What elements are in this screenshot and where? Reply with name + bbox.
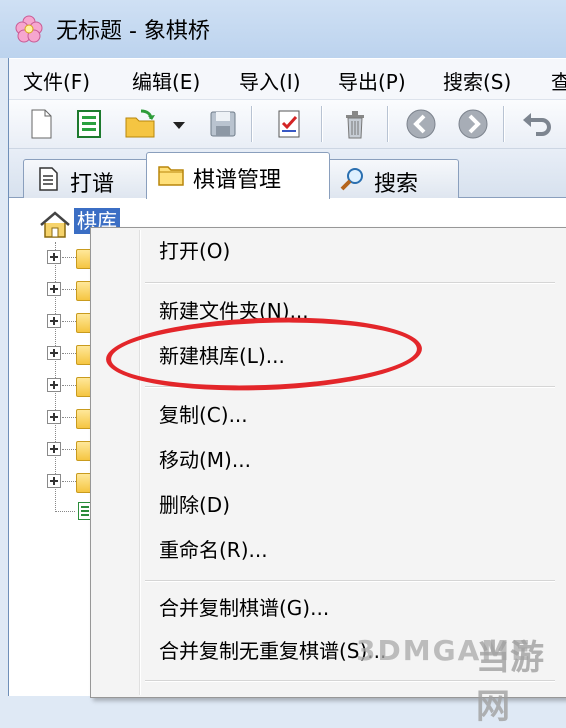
menu-edit[interactable]: 编辑(E)	[128, 66, 204, 95]
tab-game-manager[interactable]: 棋谱管理	[146, 152, 330, 199]
folder-icon	[158, 166, 184, 186]
menu-import[interactable]: 导入(I)	[235, 66, 305, 95]
expand-toggle[interactable]	[47, 250, 61, 264]
menu-separator	[145, 580, 555, 582]
expand-toggle[interactable]	[47, 346, 61, 360]
menu-export[interactable]: 导出(P)	[334, 66, 410, 95]
flower-app-icon	[15, 15, 43, 43]
menu-gutter	[139, 230, 141, 695]
menu-bar: 文件(F) 编辑(E) 导入(I) 导出(P) 搜索(S) 查	[9, 59, 566, 100]
undo-icon[interactable]	[519, 106, 555, 142]
magnifier-icon	[340, 168, 363, 191]
expand-toggle[interactable]	[47, 378, 61, 392]
list-icon[interactable]	[71, 106, 107, 142]
tree-connector	[62, 257, 76, 258]
toolbar-separator	[503, 106, 505, 142]
tab-strip: 打谱 棋谱管理 搜索	[9, 149, 566, 199]
tree-connector	[62, 321, 76, 322]
menu-item-delete[interactable]: 删除(D)	[159, 490, 230, 520]
tree-connector	[62, 353, 76, 354]
tree-connector	[62, 449, 76, 450]
watermark: 3DMGAME 当游网	[356, 620, 562, 727]
menu-view-partial[interactable]: 查	[547, 66, 566, 95]
toolbar-separator	[251, 106, 253, 142]
new-file-icon[interactable]	[23, 106, 59, 142]
toolbar-separator	[321, 106, 323, 142]
menu-search[interactable]: 搜索(S)	[439, 66, 515, 95]
house-icon	[40, 211, 70, 238]
title-bar: 无标题 - 象棋桥	[0, 0, 566, 58]
menu-separator	[145, 282, 555, 284]
toolbar	[9, 100, 566, 149]
open-folder-icon[interactable]	[123, 106, 159, 142]
forward-icon[interactable]	[455, 106, 491, 142]
tree-connector	[62, 289, 76, 290]
menu-item-rename[interactable]: 重命名(R)...	[159, 535, 268, 565]
back-icon[interactable]	[403, 106, 439, 142]
toolbar-separator	[387, 106, 389, 142]
tab-label: 棋谱管理	[193, 168, 282, 193]
tree-connector	[62, 417, 76, 418]
tab-label: 搜索	[374, 172, 419, 197]
watermark-text: 当游网	[476, 638, 544, 727]
menu-item-copy[interactable]: 复制(C)...	[159, 400, 248, 430]
tab-search[interactable]: 搜索	[327, 159, 459, 198]
checklist-icon[interactable]	[271, 106, 307, 142]
save-icon[interactable]	[205, 106, 241, 142]
menu-item-merge-copy-unique[interactable]: 合并复制无重复棋谱(S)...	[159, 636, 386, 666]
dropdown-icon[interactable]	[169, 106, 189, 142]
expand-toggle[interactable]	[47, 314, 61, 328]
menu-item-open[interactable]: 打开(O)	[159, 236, 230, 266]
expand-toggle[interactable]	[47, 410, 61, 424]
expand-toggle[interactable]	[47, 442, 61, 456]
tree-connector	[55, 511, 75, 512]
document-icon	[39, 167, 58, 191]
tree-connector	[62, 385, 76, 386]
menu-file[interactable]: 文件(F)	[19, 66, 94, 95]
trash-icon[interactable]	[337, 106, 373, 142]
menu-item-move[interactable]: 移动(M)...	[159, 445, 251, 475]
expand-toggle[interactable]	[47, 474, 61, 488]
expand-toggle[interactable]	[47, 282, 61, 296]
tree-connector	[62, 481, 76, 482]
tab-record[interactable]: 打谱	[23, 159, 151, 198]
window-title: 无标题 - 象棋桥	[56, 19, 210, 44]
tab-label: 打谱	[70, 172, 115, 197]
menu-item-merge-copy[interactable]: 合并复制棋谱(G)...	[159, 593, 329, 623]
